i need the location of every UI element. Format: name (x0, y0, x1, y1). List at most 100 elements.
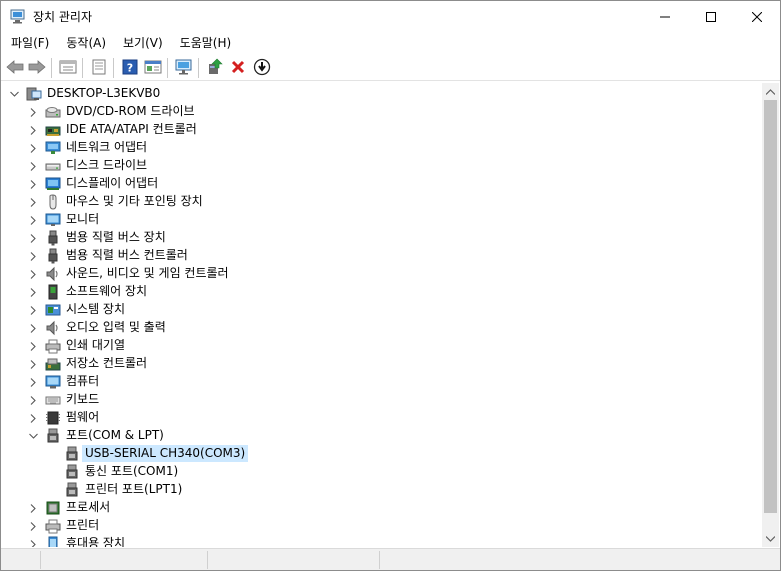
tree-item-label: 인쇄 대기열 (66, 338, 126, 352)
chevron-right-icon[interactable] (28, 287, 38, 297)
monitor-icon (45, 212, 61, 228)
tree-category-3[interactable]: 네트워크 어댑터 (1, 139, 761, 157)
tree-item-label: 포트(COM & LPT) (66, 428, 164, 442)
chevron-right-icon[interactable] (28, 323, 38, 333)
tree-item-label: 저장소 컨트롤러 (66, 356, 148, 370)
chevron-right-icon[interactable] (28, 359, 38, 369)
disable-device-button[interactable] (252, 58, 272, 76)
tree-category-8[interactable]: 범용 직렬 버스 장치 (1, 229, 761, 247)
menu-action[interactable]: 동작(A) (56, 32, 113, 52)
close-button[interactable] (734, 1, 780, 32)
tree-category-5[interactable]: 디스플레이 어댑터 (1, 175, 761, 193)
help-button[interactable]: ? (120, 58, 140, 76)
chevron-right-icon[interactable] (28, 143, 38, 153)
chevron-right-icon[interactable] (28, 539, 38, 547)
show-hidden-button[interactable] (89, 58, 109, 76)
update-driver-icon (209, 58, 223, 74)
chevron-right-icon[interactable] (28, 233, 38, 243)
properties-view-button[interactable] (58, 58, 78, 76)
port-device-icon (64, 482, 80, 498)
tree-item-label: 마우스 및 기타 포인팅 장치 (66, 194, 203, 208)
tree-item-label: 디스플레이 어댑터 (66, 176, 159, 190)
vertical-scrollbar[interactable] (762, 83, 779, 547)
usb-device-icon (45, 230, 61, 246)
status-pane (40, 551, 201, 569)
scroll-down-button[interactable] (762, 530, 779, 547)
title-bar: 장치 관리자 (1, 1, 780, 32)
menu-view[interactable]: 보기(V) (113, 32, 170, 52)
keyboard-icon (45, 392, 61, 408)
tree-category-6[interactable]: 마우스 및 기타 포인팅 장치 (1, 193, 761, 211)
chevron-right-icon[interactable] (28, 125, 38, 135)
tree-category-22[interactable]: 휴대용 장치 (1, 535, 761, 547)
uninstall-button[interactable] (228, 58, 248, 76)
tree-item-label: 범용 직렬 버스 컨트롤러 (66, 248, 188, 262)
tree-device-2[interactable]: 통신 포트(COM1) (1, 463, 761, 481)
tree-category-9[interactable]: 범용 직렬 버스 컨트롤러 (1, 247, 761, 265)
tree-item-label: 시스템 장치 (66, 302, 126, 316)
audio-io-icon (45, 320, 61, 336)
software-device-icon (45, 284, 61, 300)
tree-category-17[interactable]: 키보드 (1, 391, 761, 409)
chevron-right-icon[interactable] (28, 377, 38, 387)
chevron-right-icon[interactable] (28, 179, 38, 189)
tree-root-computer[interactable]: DESKTOP-L3EKVB0 (1, 85, 761, 103)
chevron-right-icon[interactable] (28, 413, 38, 423)
chevron-right-icon[interactable] (28, 161, 38, 171)
tree-item-label: DESKTOP-L3EKVB0 (47, 86, 161, 100)
tree-category-21[interactable]: 프린터 (1, 517, 761, 535)
tree-category-7[interactable]: 모니터 (1, 211, 761, 229)
firmware-icon (45, 410, 61, 426)
tree-item-label: 휴대용 장치 (66, 536, 126, 547)
chevron-down-icon[interactable] (9, 89, 19, 99)
scrollbar-thumb[interactable] (764, 100, 777, 513)
tree-category-10[interactable]: 사운드, 비디오 및 게임 컨트롤러 (1, 265, 761, 283)
back-button[interactable] (5, 58, 25, 76)
chevron-right-icon[interactable] (28, 341, 38, 351)
tree-category-11[interactable]: 소프트웨어 장치 (1, 283, 761, 301)
tree-category-2[interactable]: IDE ATA/ATAPI 컨트롤러 (1, 121, 761, 139)
chevron-right-icon[interactable] (28, 197, 38, 207)
menu-bar: 파일(F) 동작(A) 보기(V) 도움말(H) (1, 32, 780, 52)
scan-hardware-button[interactable] (174, 58, 194, 76)
menu-help[interactable]: 도움말(H) (170, 32, 239, 52)
tree-item-label: DVD/CD-ROM 드라이브 (66, 104, 195, 118)
tree-category-13[interactable]: 오디오 입력 및 출력 (1, 319, 761, 337)
forward-icon (28, 60, 46, 74)
chevron-right-icon[interactable] (28, 521, 38, 531)
details-button[interactable] (143, 58, 163, 76)
tree-category-20[interactable]: 프로세서 (1, 499, 761, 517)
chevron-right-icon[interactable] (28, 269, 38, 279)
port-icon (45, 428, 61, 444)
storage-controller-icon (45, 356, 61, 372)
tree-category-19[interactable]: 포트(COM & LPT) (1, 427, 761, 445)
scroll-up-button[interactable] (762, 83, 779, 100)
tree-category-14[interactable]: 인쇄 대기열 (1, 337, 761, 355)
show-hidden-icon (92, 59, 106, 75)
chevron-right-icon[interactable] (28, 503, 38, 513)
tree-item-label: USB-SERIAL CH340(COM3) (82, 445, 249, 462)
tree-category-4[interactable]: 디스크 드라이브 (1, 157, 761, 175)
tree-category-12[interactable]: 시스템 장치 (1, 301, 761, 319)
tree-category-15[interactable]: 저장소 컨트롤러 (1, 355, 761, 373)
tree-device-1[interactable]: USB-SERIAL CH340(COM3) (1, 445, 761, 463)
mouse-icon (45, 194, 61, 210)
update-driver-button[interactable] (205, 58, 225, 76)
tree-item-label: 소프트웨어 장치 (66, 284, 148, 298)
tree-device-3[interactable]: 프린터 포트(LPT1) (1, 481, 761, 499)
tree-category-18[interactable]: 펌웨어 (1, 409, 761, 427)
chevron-down-icon[interactable] (28, 431, 38, 441)
menu-file[interactable]: 파일(F) (1, 32, 56, 52)
forward-button[interactable] (27, 58, 47, 76)
tree-category-16[interactable]: 컴퓨터 (1, 373, 761, 391)
sound-icon (45, 266, 61, 282)
chevron-right-icon[interactable] (28, 305, 38, 315)
usb-controller-icon (45, 248, 61, 264)
tree-category-1[interactable]: DVD/CD-ROM 드라이브 (1, 103, 761, 121)
chevron-right-icon[interactable] (28, 395, 38, 405)
chevron-right-icon[interactable] (28, 251, 38, 261)
maximize-button[interactable] (688, 1, 734, 32)
chevron-right-icon[interactable] (28, 107, 38, 117)
minimize-button[interactable] (642, 1, 688, 32)
chevron-right-icon[interactable] (28, 215, 38, 225)
